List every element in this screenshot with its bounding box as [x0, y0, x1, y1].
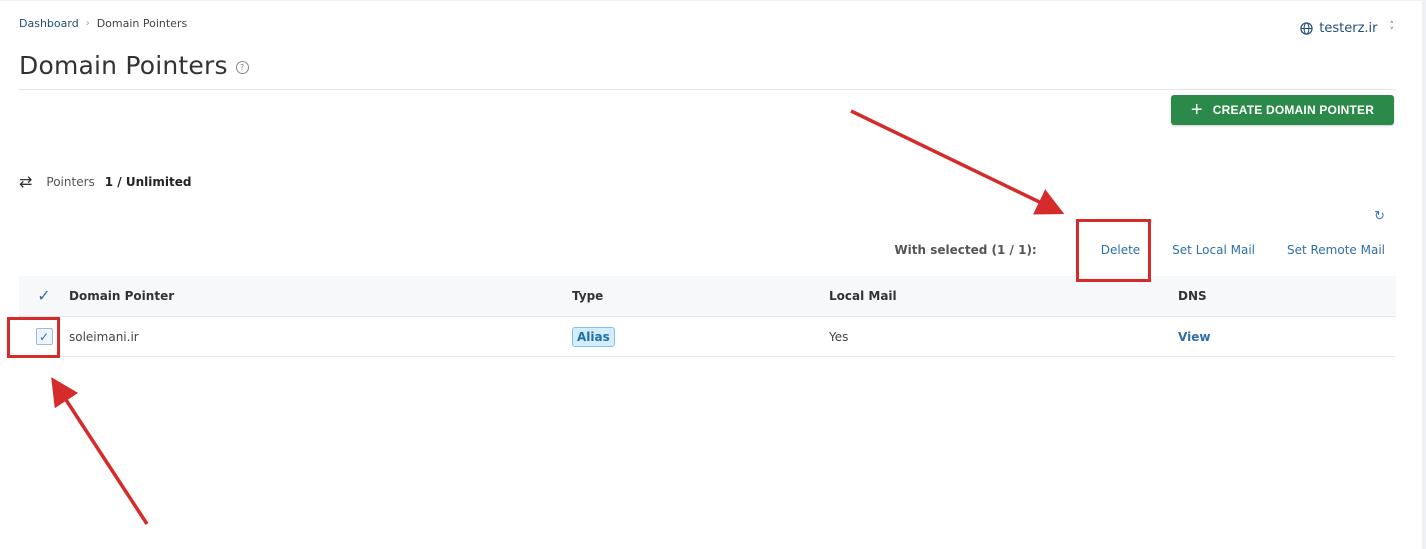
table-row: ✓ soleimani.ir Alias Yes View — [19, 317, 1396, 357]
create-domain-pointer-label: CREATE DOMAIN POINTER — [1212, 103, 1375, 117]
breadcrumb-separator: › — [85, 18, 90, 29]
pointers-label: Pointers — [46, 174, 95, 189]
domain-pointers-table: ✓ Domain Pointer Type Local Mail DNS ✓ s… — [19, 276, 1396, 357]
set-remote-mail-action[interactable]: Set Remote Mail — [1287, 243, 1385, 257]
annotation-box-delete — [1076, 219, 1151, 282]
globe-icon — [1300, 22, 1313, 35]
annotation-arrow-to-checkbox — [51, 377, 149, 525]
breadcrumb-dashboard-link[interactable]: Dashboard — [19, 17, 79, 30]
refresh-icon[interactable]: ↻ — [1374, 209, 1385, 224]
select-all-checkbox[interactable]: ✓ — [37, 288, 50, 304]
pointers-count: 1 / Unlimited — [104, 174, 192, 189]
type-badge: Alias — [572, 326, 615, 347]
dns-view-link[interactable]: View — [1178, 330, 1210, 344]
annotation-box-checkbox — [7, 317, 60, 358]
domain-selector-value: testerz.ir — [1319, 21, 1378, 36]
table-header: ✓ Domain Pointer Type Local Mail DNS — [19, 276, 1396, 317]
chevron-updown-icon: ˄ ˅ — [1389, 20, 1395, 37]
title-divider — [19, 89, 1396, 90]
page-title: Domain Pointers ? — [19, 51, 249, 80]
header-domain-pointer[interactable]: Domain Pointer — [69, 289, 572, 303]
breadcrumb-current: Domain Pointers — [96, 17, 188, 30]
annotation-arrow-to-delete — [850, 109, 1065, 215]
header-local-mail[interactable]: Local Mail — [829, 289, 1178, 303]
swap-arrows-icon: ⇄ — [19, 172, 33, 191]
page: Dashboard › Domain Pointers testerz.ir ˄… — [0, 0, 1426, 549]
row-local-mail: Yes — [829, 329, 849, 344]
header-type[interactable]: Type — [572, 289, 829, 303]
header-dns: DNS — [1178, 289, 1207, 303]
create-domain-pointer-button[interactable]: + CREATE DOMAIN POINTER — [1171, 95, 1394, 125]
domain-selector[interactable]: testerz.ir ˄ ˅ — [1300, 21, 1394, 36]
breadcrumb: Dashboard › Domain Pointers — [19, 17, 187, 30]
page-title-text: Domain Pointers — [19, 51, 228, 80]
plus-icon: + — [1190, 99, 1203, 121]
with-selected-label: With selected (1 / 1): — [894, 243, 1037, 257]
pointers-usage: ⇄ Pointers 1 / Unlimited — [19, 172, 191, 191]
set-local-mail-action[interactable]: Set Local Mail — [1172, 243, 1255, 257]
annotation-arrows — [51, 109, 1065, 525]
help-icon[interactable]: ? — [235, 61, 249, 74]
row-domain: soleimani.ir — [69, 329, 139, 344]
